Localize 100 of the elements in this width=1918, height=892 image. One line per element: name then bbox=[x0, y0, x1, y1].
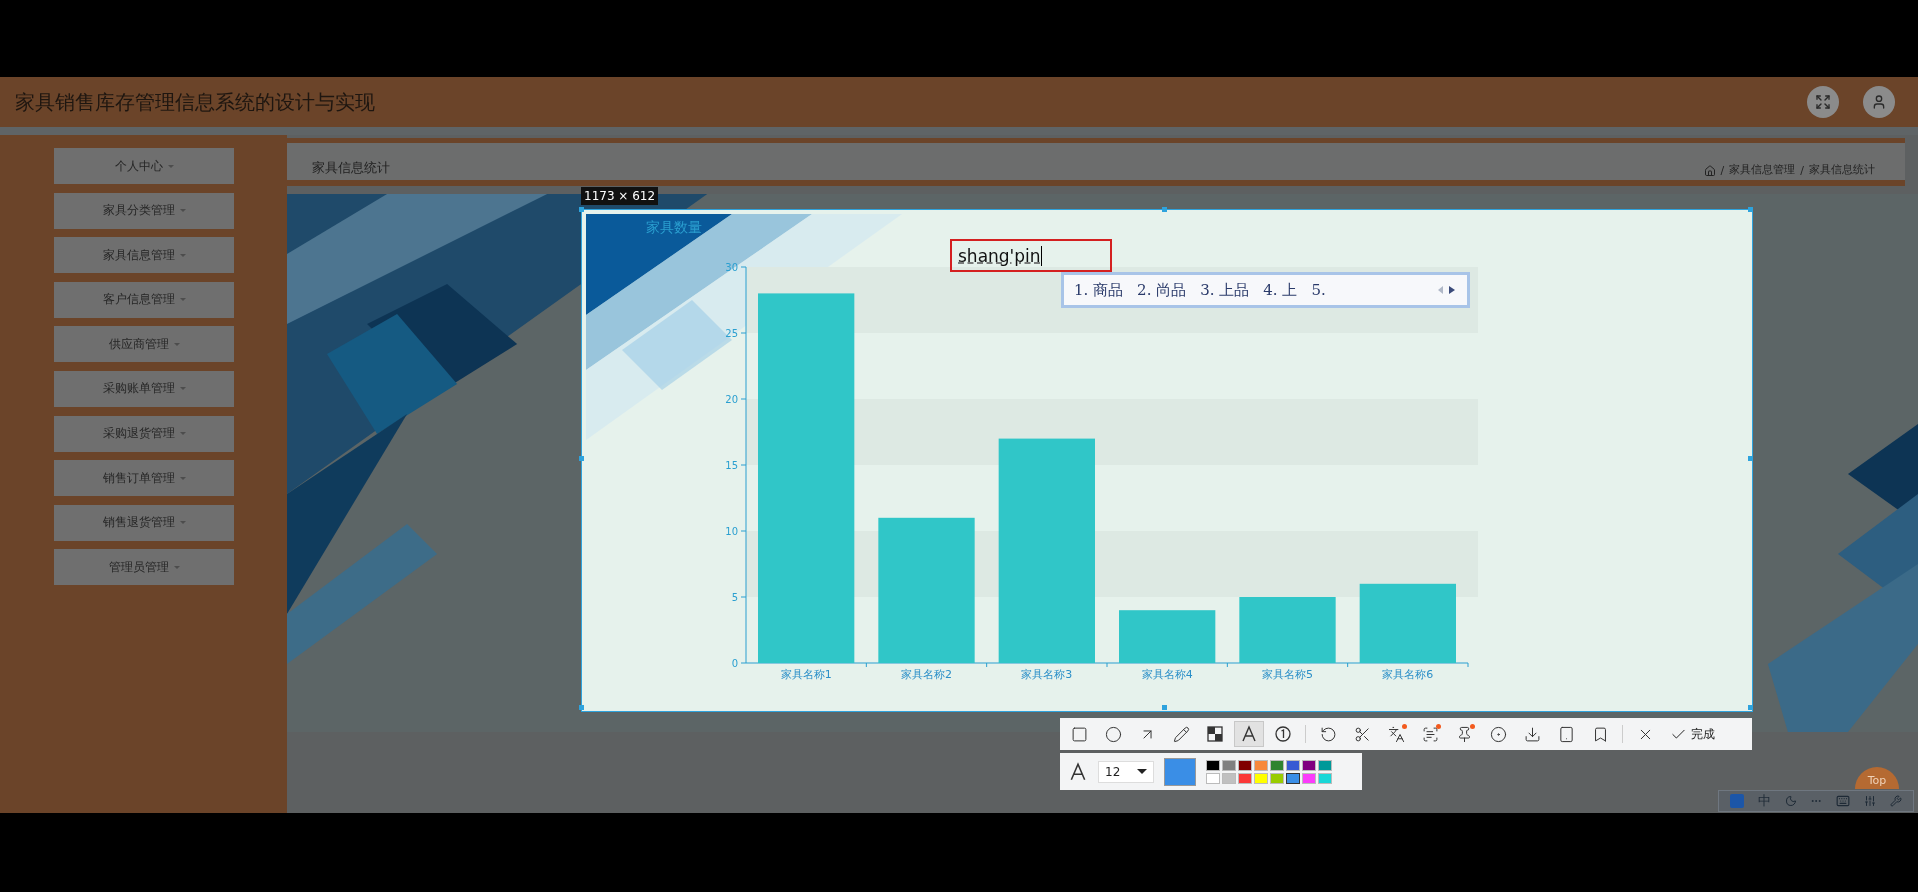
color-swatch[interactable] bbox=[1254, 759, 1268, 771]
caret-icon bbox=[179, 387, 186, 391]
resize-handle[interactable] bbox=[579, 207, 584, 212]
resize-handle[interactable] bbox=[1748, 705, 1753, 710]
typed-text: shang'pin bbox=[958, 245, 1042, 266]
x-tick-label: 家具名称4 bbox=[1141, 668, 1193, 681]
breadcrumb-link[interactable]: 家具信息统计 bbox=[1809, 162, 1875, 177]
y-tick-label: 5 bbox=[731, 592, 738, 603]
menu-item[interactable]: 家具信息管理 bbox=[54, 237, 234, 274]
resize-handle[interactable] bbox=[579, 705, 584, 710]
rectangle-icon bbox=[1070, 725, 1088, 743]
breadcrumb-separator: / bbox=[1800, 164, 1804, 177]
scissors-icon bbox=[1353, 725, 1371, 743]
caret-icon bbox=[179, 432, 186, 436]
color-swatch[interactable] bbox=[1286, 772, 1300, 784]
color-swatch[interactable] bbox=[1270, 772, 1284, 784]
ime-candidate[interactable]: 5. bbox=[1311, 281, 1326, 299]
menu-item[interactable]: 销售退货管理 bbox=[54, 504, 234, 541]
color-swatch[interactable] bbox=[1222, 772, 1236, 784]
x-tick-label: 家具名称1 bbox=[780, 668, 832, 681]
mosaic-icon bbox=[1207, 726, 1223, 742]
caret-icon bbox=[173, 342, 180, 346]
y-tick-label: 15 bbox=[725, 460, 738, 471]
color-swatch[interactable] bbox=[1318, 772, 1332, 784]
settings-icon[interactable] bbox=[1890, 795, 1902, 807]
download-icon bbox=[1523, 725, 1541, 743]
ime-candidate[interactable]: 3. 上品 bbox=[1200, 280, 1250, 300]
sliders-icon[interactable] bbox=[1864, 795, 1877, 807]
y-tick-label: 20 bbox=[725, 394, 738, 405]
resize-handle[interactable] bbox=[1748, 207, 1753, 212]
resize-handle[interactable] bbox=[1162, 207, 1167, 212]
menu-item[interactable]: 采购退货管理 bbox=[54, 415, 234, 452]
color-swatch[interactable] bbox=[1286, 759, 1300, 771]
y-tick-label: 25 bbox=[725, 328, 738, 339]
notification-dot bbox=[1470, 724, 1475, 729]
app-title: 家具销售库存管理信息系统的设计与实现 bbox=[15, 88, 376, 116]
x-tick-label: 家具名称6 bbox=[1382, 668, 1434, 681]
numbered-circle-icon bbox=[1274, 725, 1292, 743]
moon-icon[interactable] bbox=[1784, 795, 1797, 807]
caret-icon bbox=[173, 565, 180, 569]
notification-dot bbox=[1402, 724, 1407, 729]
color-swatch[interactable] bbox=[1270, 759, 1284, 771]
ime-candidate[interactable]: 4. 上 bbox=[1263, 280, 1298, 300]
user-button[interactable] bbox=[1863, 86, 1895, 118]
resize-handle[interactable] bbox=[1162, 705, 1167, 710]
fullscreen-icon bbox=[1815, 94, 1831, 110]
page-arrows-icon[interactable] bbox=[1437, 285, 1457, 295]
capture-size-label: 1173 × 612 bbox=[581, 187, 659, 205]
x-tick-label: 家具名称2 bbox=[901, 668, 952, 681]
caret-icon bbox=[1137, 769, 1147, 774]
menu-item[interactable]: 个人中心 bbox=[54, 148, 234, 184]
tool-button[interactable] bbox=[1234, 721, 1264, 747]
page-title: 家具信息统计 bbox=[312, 159, 391, 177]
caret-icon bbox=[179, 476, 186, 480]
pencil-icon bbox=[1172, 725, 1190, 743]
caret-icon bbox=[179, 298, 186, 302]
done-button[interactable]: 完成 bbox=[1664, 721, 1721, 747]
color-swatch[interactable] bbox=[1222, 759, 1236, 771]
caret-icon bbox=[179, 253, 186, 257]
y-tick-label: 10 bbox=[725, 526, 738, 537]
menu-item[interactable]: 销售订单管理 bbox=[54, 460, 234, 497]
ime-candidate[interactable]: 1. 商品 bbox=[1074, 280, 1124, 300]
menu-item[interactable]: 采购账单管理 bbox=[54, 370, 234, 407]
color-swatch[interactable] bbox=[1302, 772, 1316, 784]
undo-icon bbox=[1319, 725, 1337, 743]
y-tick-label: 0 bbox=[731, 658, 738, 669]
y-tick-label: 30 bbox=[725, 262, 738, 273]
x-tick-label: 家具名称5 bbox=[1262, 668, 1313, 681]
font-icon bbox=[1068, 761, 1088, 782]
color-swatch[interactable] bbox=[1238, 759, 1252, 771]
color-swatch[interactable] bbox=[1206, 772, 1220, 784]
color-swatch[interactable] bbox=[1206, 759, 1220, 771]
text-tool-icon bbox=[1240, 725, 1258, 743]
x-tick-label: 家具名称3 bbox=[1021, 668, 1073, 681]
notification-dot bbox=[1436, 724, 1441, 729]
breadcrumb-link[interactable]: 家具信息管理 bbox=[1729, 162, 1796, 177]
home-icon[interactable] bbox=[1703, 165, 1716, 177]
user-icon bbox=[1871, 94, 1887, 110]
color-swatch[interactable] bbox=[1302, 759, 1316, 771]
resize-handle[interactable] bbox=[579, 456, 584, 461]
translate-icon bbox=[1387, 725, 1405, 743]
ime-candidate[interactable]: 2. 尚品 bbox=[1137, 280, 1187, 300]
color-swatch[interactable] bbox=[1318, 759, 1332, 771]
color-swatch[interactable] bbox=[1238, 772, 1252, 784]
color-swatch[interactable] bbox=[1254, 772, 1268, 784]
caret-icon bbox=[179, 209, 186, 213]
fullscreen-button[interactable] bbox=[1807, 86, 1839, 118]
font-size-select[interactable]: 12 bbox=[1098, 760, 1154, 783]
keyboard-icon[interactable] bbox=[1836, 794, 1851, 808]
menu-item[interactable]: 家具分类管理 bbox=[54, 192, 234, 229]
caret-icon bbox=[167, 164, 174, 168]
tablet-icon bbox=[1557, 725, 1575, 743]
menu-item[interactable]: 供应商管理 bbox=[54, 326, 234, 363]
circle-icon bbox=[1104, 725, 1122, 743]
resize-handle[interactable] bbox=[1748, 456, 1753, 461]
record-icon bbox=[1489, 725, 1507, 743]
menu-item[interactable]: 管理员管理 bbox=[54, 549, 234, 586]
chart-title: 家具数量 bbox=[646, 219, 702, 235]
menu-item[interactable]: 客户信息管理 bbox=[54, 281, 234, 318]
scan-text-icon bbox=[1421, 725, 1439, 743]
